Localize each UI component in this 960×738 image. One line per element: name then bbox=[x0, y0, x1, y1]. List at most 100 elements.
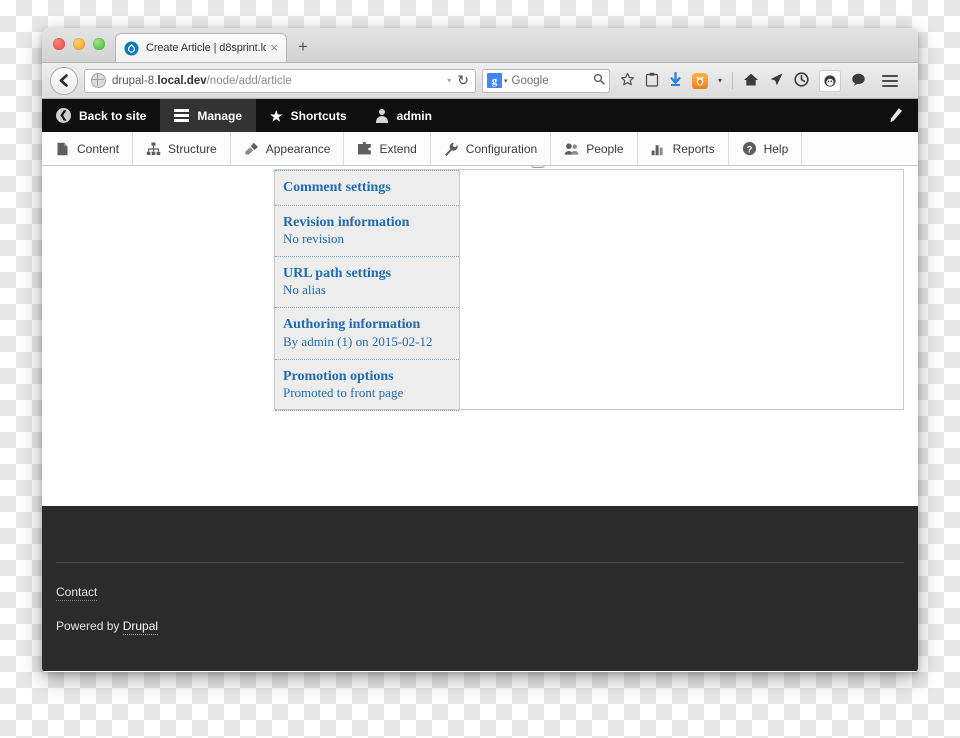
back-arrow-icon bbox=[59, 74, 68, 87]
node-edit-form: Not in menu Provide a menu link Comment … bbox=[274, 166, 904, 412]
drupal-link[interactable]: Drupal bbox=[122, 619, 159, 635]
toolbar-item-label: Back to site bbox=[79, 108, 147, 123]
minimize-window-button[interactable] bbox=[73, 38, 85, 50]
drupal-admin-toolbar: ❮ Back to site Manage ★ Shortcuts admin bbox=[42, 99, 918, 132]
sitemap-icon bbox=[146, 141, 161, 156]
vertical-tab-pane bbox=[460, 170, 903, 409]
url-domain: local.dev bbox=[157, 74, 207, 87]
browser-window: Create Article | d8sprint.loc... × + dru… bbox=[42, 28, 918, 672]
toolbar-item-admin-user[interactable]: admin bbox=[361, 99, 446, 132]
menu-item-label: Content bbox=[77, 141, 120, 156]
search-icon[interactable] bbox=[593, 73, 605, 88]
menu-link-checkbox-label: Provide a menu link bbox=[551, 166, 654, 168]
menu-item-label: Structure bbox=[168, 141, 217, 156]
vertical-tab-summary: No revision bbox=[283, 231, 345, 246]
vertical-tabs: Comment settings Revision information No… bbox=[274, 170, 904, 412]
people-icon bbox=[564, 141, 579, 156]
send-icon[interactable] bbox=[769, 72, 784, 89]
toolbar-item-label: Shortcuts bbox=[290, 108, 347, 123]
menu-item-people[interactable]: People bbox=[551, 132, 638, 165]
checkbox-icon[interactable] bbox=[530, 166, 545, 168]
menu-item-configuration[interactable]: Configuration bbox=[431, 132, 552, 165]
vertical-tab-title: Revision information bbox=[283, 214, 410, 230]
vertical-tab-title: Promotion options bbox=[283, 368, 394, 384]
close-icon[interactable]: × bbox=[266, 41, 280, 56]
person-icon bbox=[375, 108, 389, 123]
url-path: /node/add/article bbox=[206, 74, 292, 87]
browser-extension-icons: ▾ bbox=[620, 69, 899, 92]
page-icon bbox=[55, 141, 70, 156]
vertical-tab-title: URL path settings bbox=[283, 265, 392, 281]
menu-item-extend[interactable]: Extend bbox=[344, 132, 431, 165]
reload-icon[interactable]: ↻ bbox=[457, 72, 469, 89]
address-bar[interactable]: drupal-8.local.dev/node/add/article ▾ ↻ bbox=[84, 68, 476, 93]
menu-item-content[interactable]: Content bbox=[42, 132, 134, 165]
pencil-icon[interactable] bbox=[887, 106, 905, 127]
vertical-tab-comment-settings[interactable]: Comment settings bbox=[275, 170, 459, 206]
chat-icon[interactable] bbox=[851, 72, 866, 89]
search-box[interactable]: g ▾ Google bbox=[482, 68, 610, 93]
history-icon[interactable] bbox=[794, 72, 809, 89]
menu-item-label: Appearance bbox=[265, 141, 331, 156]
greasemonkey-icon[interactable] bbox=[819, 69, 842, 92]
puzzle-icon bbox=[357, 141, 372, 156]
hamburger-icon bbox=[174, 109, 190, 122]
star-icon: ★ bbox=[270, 107, 283, 124]
address-bar-url: drupal-8.local.dev/node/add/article bbox=[112, 75, 447, 87]
toolbar-item-label: admin bbox=[396, 108, 432, 123]
vertical-tab-authoring-information[interactable]: Authoring information By admin (1) on 20… bbox=[275, 307, 459, 360]
menu-item-reports[interactable]: Reports bbox=[638, 132, 729, 165]
vertical-tab-revision-information[interactable]: Revision information No revision bbox=[275, 204, 459, 257]
downloads-icon[interactable] bbox=[669, 71, 682, 89]
window-controls bbox=[53, 38, 105, 50]
vertical-tab-summary: By admin (1) on 2015-02-12 bbox=[283, 333, 433, 349]
menu-item-label: Help bbox=[763, 141, 789, 156]
browser-menu-button[interactable] bbox=[882, 74, 899, 87]
menu-item-help[interactable]: ? Help bbox=[729, 132, 803, 165]
toolbar-item-shortcuts[interactable]: ★ Shortcuts bbox=[256, 99, 361, 132]
firebug-icon[interactable] bbox=[692, 72, 708, 89]
toolbar-item-manage[interactable]: Manage bbox=[160, 99, 257, 132]
globe-icon bbox=[91, 73, 106, 88]
vertical-tab-title: Comment settings bbox=[283, 180, 391, 195]
menu-item-label: Extend bbox=[379, 141, 417, 156]
vertical-tab-url-path-settings[interactable]: URL path settings No alias bbox=[275, 255, 459, 309]
wrench-icon bbox=[444, 141, 459, 156]
new-tab-button[interactable]: + bbox=[298, 38, 308, 55]
toolbar-item-back-to-site[interactable]: ❮ Back to site bbox=[42, 99, 160, 132]
menu-item-label: People bbox=[586, 141, 624, 156]
toolbar-item-label: Manage bbox=[197, 108, 243, 123]
home-icon[interactable] bbox=[743, 72, 759, 89]
maximize-window-button[interactable] bbox=[93, 38, 105, 50]
chevron-down-icon[interactable]: ▾ bbox=[504, 77, 508, 85]
menu-link-checkbox-row[interactable]: Provide a menu link bbox=[530, 166, 654, 169]
vertical-tab-promotion-options[interactable]: Promotion options Promoted to front page bbox=[275, 358, 459, 412]
bookmark-star-icon[interactable] bbox=[620, 72, 635, 89]
back-arrow-icon: ❮ bbox=[56, 108, 71, 123]
menu-item-structure[interactable]: Structure bbox=[133, 132, 231, 165]
menu-item-appearance[interactable]: Appearance bbox=[231, 132, 345, 165]
drupal-droplet-icon bbox=[124, 41, 139, 56]
back-button[interactable] bbox=[50, 66, 78, 95]
drupal-admin-menu: Content Structure Appearance Extend Conf… bbox=[42, 132, 918, 166]
chevron-down-icon[interactable]: ▾ bbox=[718, 76, 722, 85]
paintbrush-icon bbox=[244, 141, 259, 156]
bar-chart-icon bbox=[651, 141, 666, 156]
footer-divider bbox=[56, 562, 904, 563]
browser-tab[interactable]: Create Article | d8sprint.loc... × bbox=[115, 33, 287, 62]
browser-tab-title: Create Article | d8sprint.loc... bbox=[146, 42, 267, 54]
google-icon[interactable]: g bbox=[487, 73, 502, 88]
url-prefix: drupal-8. bbox=[112, 74, 158, 87]
reading-list-icon[interactable] bbox=[645, 72, 659, 89]
chevron-down-icon[interactable]: ▾ bbox=[447, 76, 451, 85]
browser-titlebar: Create Article | d8sprint.loc... × + bbox=[42, 28, 918, 63]
footer-contact-link[interactable]: Contact bbox=[56, 585, 98, 601]
toolbar-divider bbox=[732, 72, 734, 89]
vertical-tabs-menu: Comment settings Revision information No… bbox=[275, 170, 460, 412]
powered-by-prefix: Powered by bbox=[56, 619, 123, 633]
site-footer: Contact Powered by Drupal bbox=[42, 506, 918, 671]
menu-empty-space bbox=[802, 132, 918, 165]
question-mark-icon: ? bbox=[742, 141, 757, 156]
browser-navbar: drupal-8.local.dev/node/add/article ▾ ↻ … bbox=[42, 63, 918, 99]
close-window-button[interactable] bbox=[53, 38, 65, 50]
